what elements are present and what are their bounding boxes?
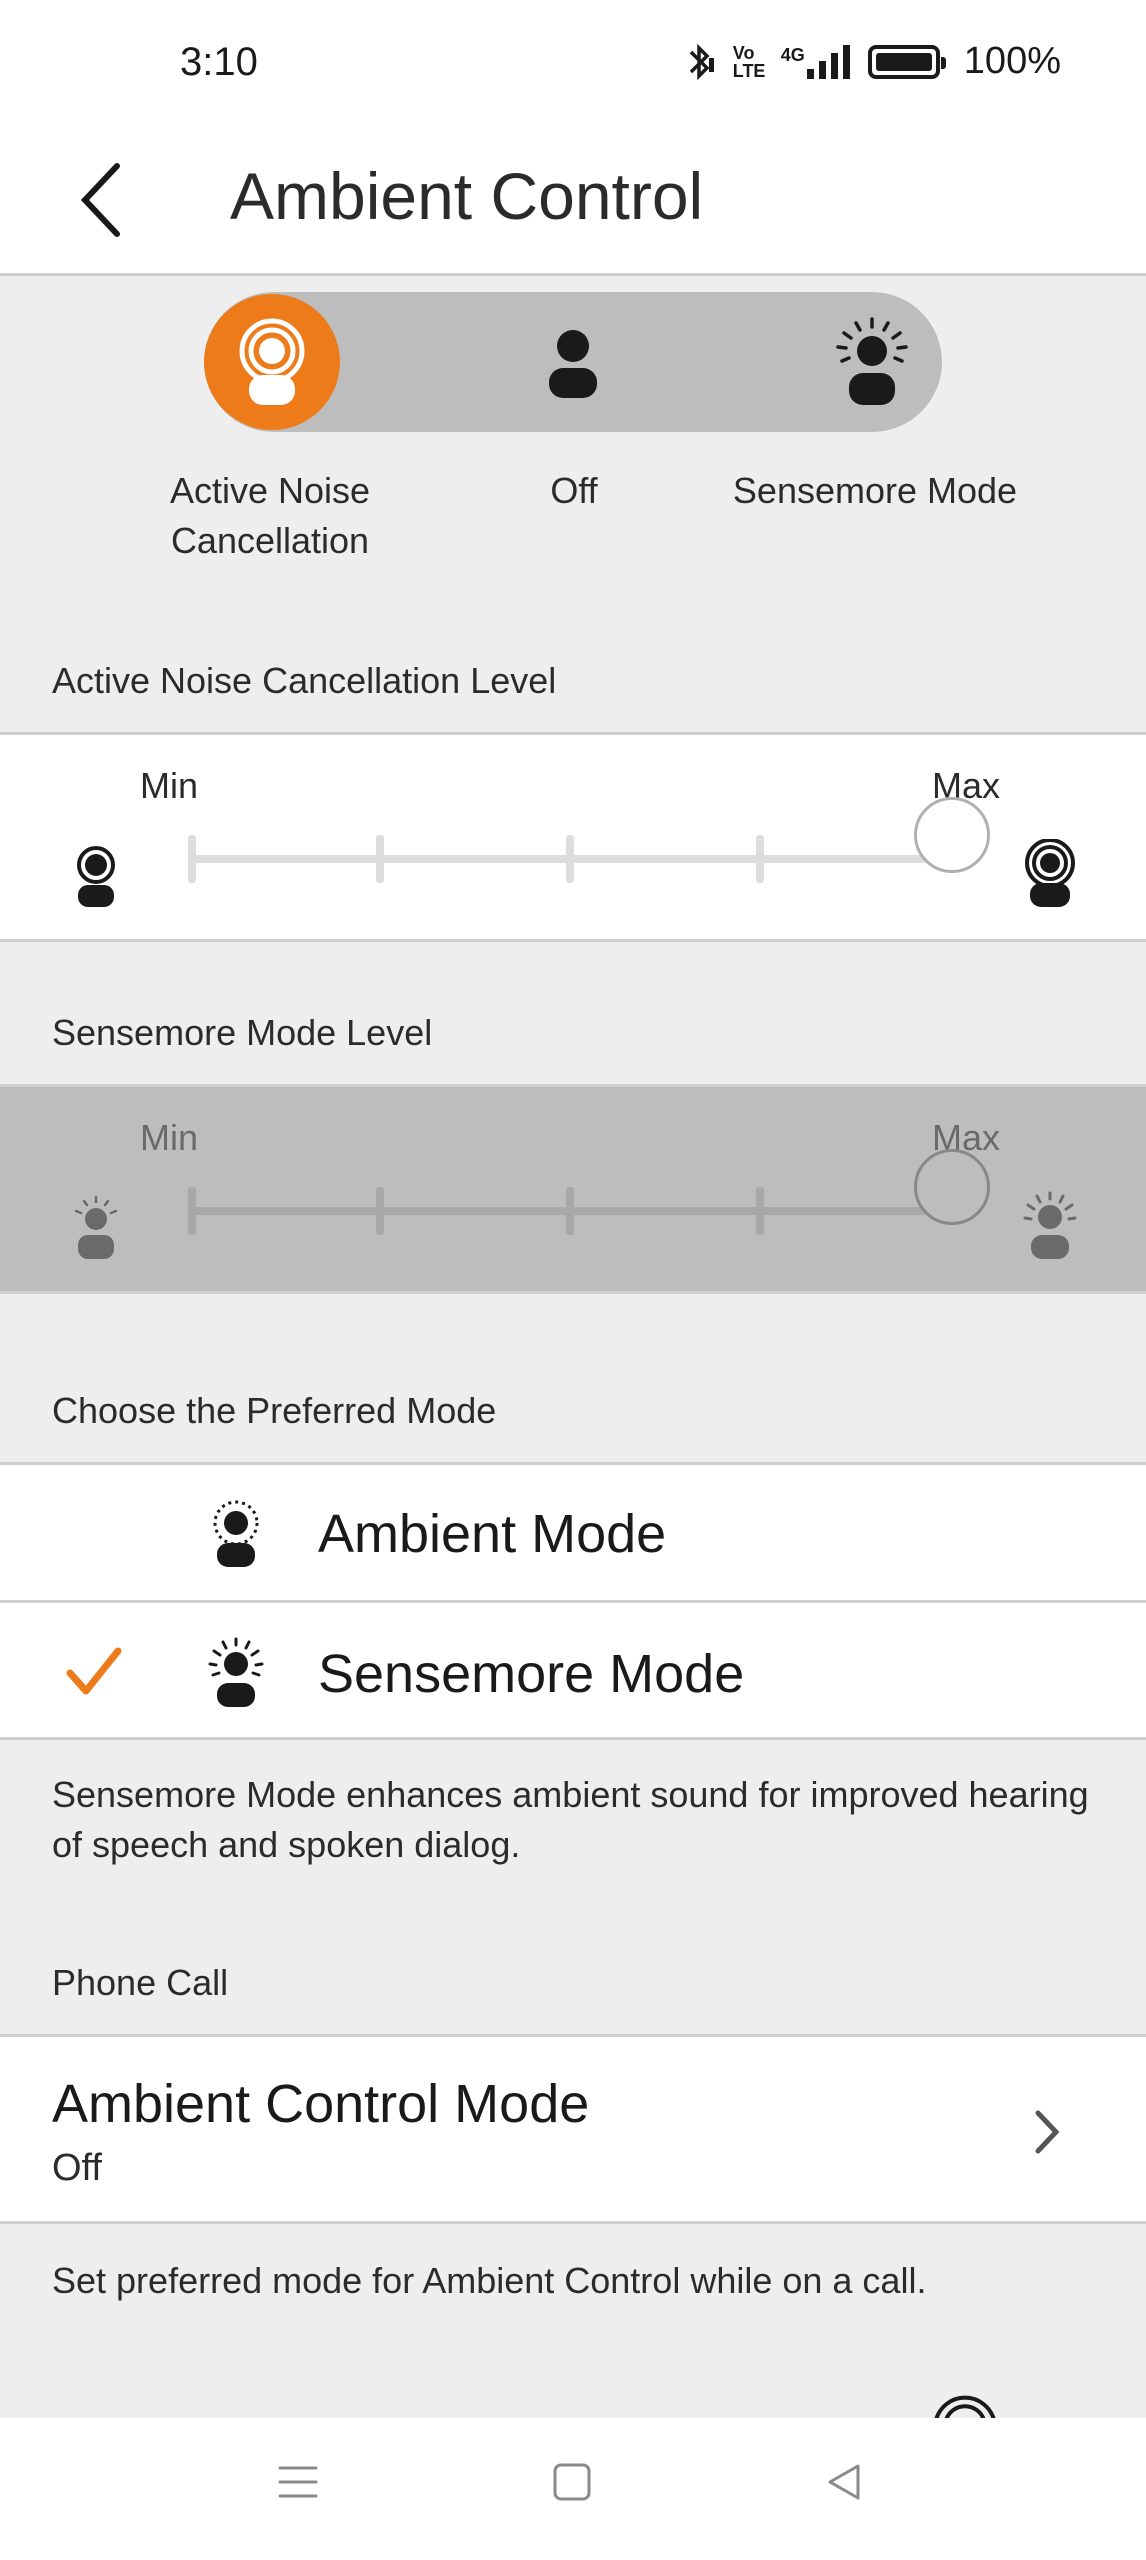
page-title: Ambient Control <box>230 159 704 233</box>
sensemore-min-icon <box>74 1195 118 1259</box>
phone-call-description: Set preferred mode for Ambient Control w… <box>52 2260 927 2301</box>
bluetooth-icon <box>689 43 714 80</box>
ambient-control-mode-value: Off <box>52 2147 102 2189</box>
mode-selector[interactable] <box>204 292 942 432</box>
ambient-control-mode-row[interactable]: Ambient Control Mode Off <box>0 2034 1146 2224</box>
person-icon <box>549 330 597 398</box>
anc-min-label: Min <box>140 765 199 806</box>
anc-person-icon <box>239 318 305 405</box>
chevron-left-icon <box>80 163 120 237</box>
back-nav-icon[interactable] <box>824 2462 864 2502</box>
sensemore-mode-label: Sensemore Mode <box>318 1644 745 1704</box>
sensemore-person-icon <box>836 317 908 405</box>
person-min-icon <box>77 846 115 907</box>
status-time: 3:10 <box>180 40 258 84</box>
ambient-person-icon <box>213 1500 259 1567</box>
anc-level-slider[interactable] <box>188 835 954 883</box>
menu-icon[interactable] <box>278 2462 318 2502</box>
system-navigation-bar <box>0 2418 1146 2560</box>
mode-anc-label-line1: Active Noise <box>169 470 371 511</box>
status-icons: Vo LTE 4G 100% <box>685 40 1061 83</box>
sensemore-level-slider <box>188 1187 954 1235</box>
checkmark-icon <box>66 1647 122 1695</box>
chevron-right-icon <box>1035 2110 1060 2154</box>
preferred-mode-option-ambient[interactable]: Ambient Mode <box>0 1462 1146 1600</box>
mode-sensemore-label: Sensemore Mode <box>732 470 1018 511</box>
battery-percent: 100% <box>963 40 1061 82</box>
sensemore-max-icon <box>1023 1191 1077 1259</box>
status-bar: 3:10 Vo LTE 4G 100% <box>0 0 1146 130</box>
mode-off-label: Off <box>550 470 598 511</box>
ambient-mode-label: Ambient Mode <box>318 1504 667 1564</box>
partial-icon <box>934 2395 996 2420</box>
anc-level-section-label: Active Noise Cancellation Level <box>52 660 557 701</box>
mode-anc-label-line2: Cancellation <box>170 520 370 561</box>
sensemore-level-section-label: Sensemore Mode Level <box>52 1012 433 1053</box>
sensemore-person-icon <box>208 1637 264 1707</box>
mode-anc-button[interactable] <box>204 294 340 430</box>
header: Ambient Control <box>0 130 1146 276</box>
anc-max-icon <box>1025 839 1075 907</box>
mode-anc-label: Active Noise Cancellation <box>140 466 400 566</box>
signal-icon: 4G <box>780 44 850 79</box>
ambient-control-mode-title: Ambient Control Mode <box>52 2074 590 2134</box>
preferred-mode-section-label: Choose the Preferred Mode <box>52 1390 497 1431</box>
sensemore-level-slider-thumb <box>914 1149 990 1225</box>
back-button[interactable] <box>50 150 150 250</box>
network-type: 4G <box>780 44 805 65</box>
sensemore-min-label: Min <box>140 1117 199 1158</box>
mode-sensemore-button[interactable] <box>804 294 940 430</box>
preferred-mode-option-sensemore[interactable]: Sensemore Mode <box>0 1600 1146 1740</box>
anc-level-panel: Min Max <box>0 732 1146 942</box>
home-icon[interactable] <box>552 2462 592 2502</box>
sensemore-level-panel: Min Max <box>0 1084 1146 1294</box>
battery-icon <box>867 44 946 79</box>
phone-call-section-label: Phone Call <box>52 1962 229 2003</box>
anc-level-slider-thumb[interactable] <box>914 797 990 873</box>
mode-off-button[interactable] <box>505 294 641 430</box>
preferred-mode-description: Sensemore Mode enhances ambient sound fo… <box>52 1774 1089 1865</box>
volte-icon: Vo LTE <box>732 42 766 81</box>
